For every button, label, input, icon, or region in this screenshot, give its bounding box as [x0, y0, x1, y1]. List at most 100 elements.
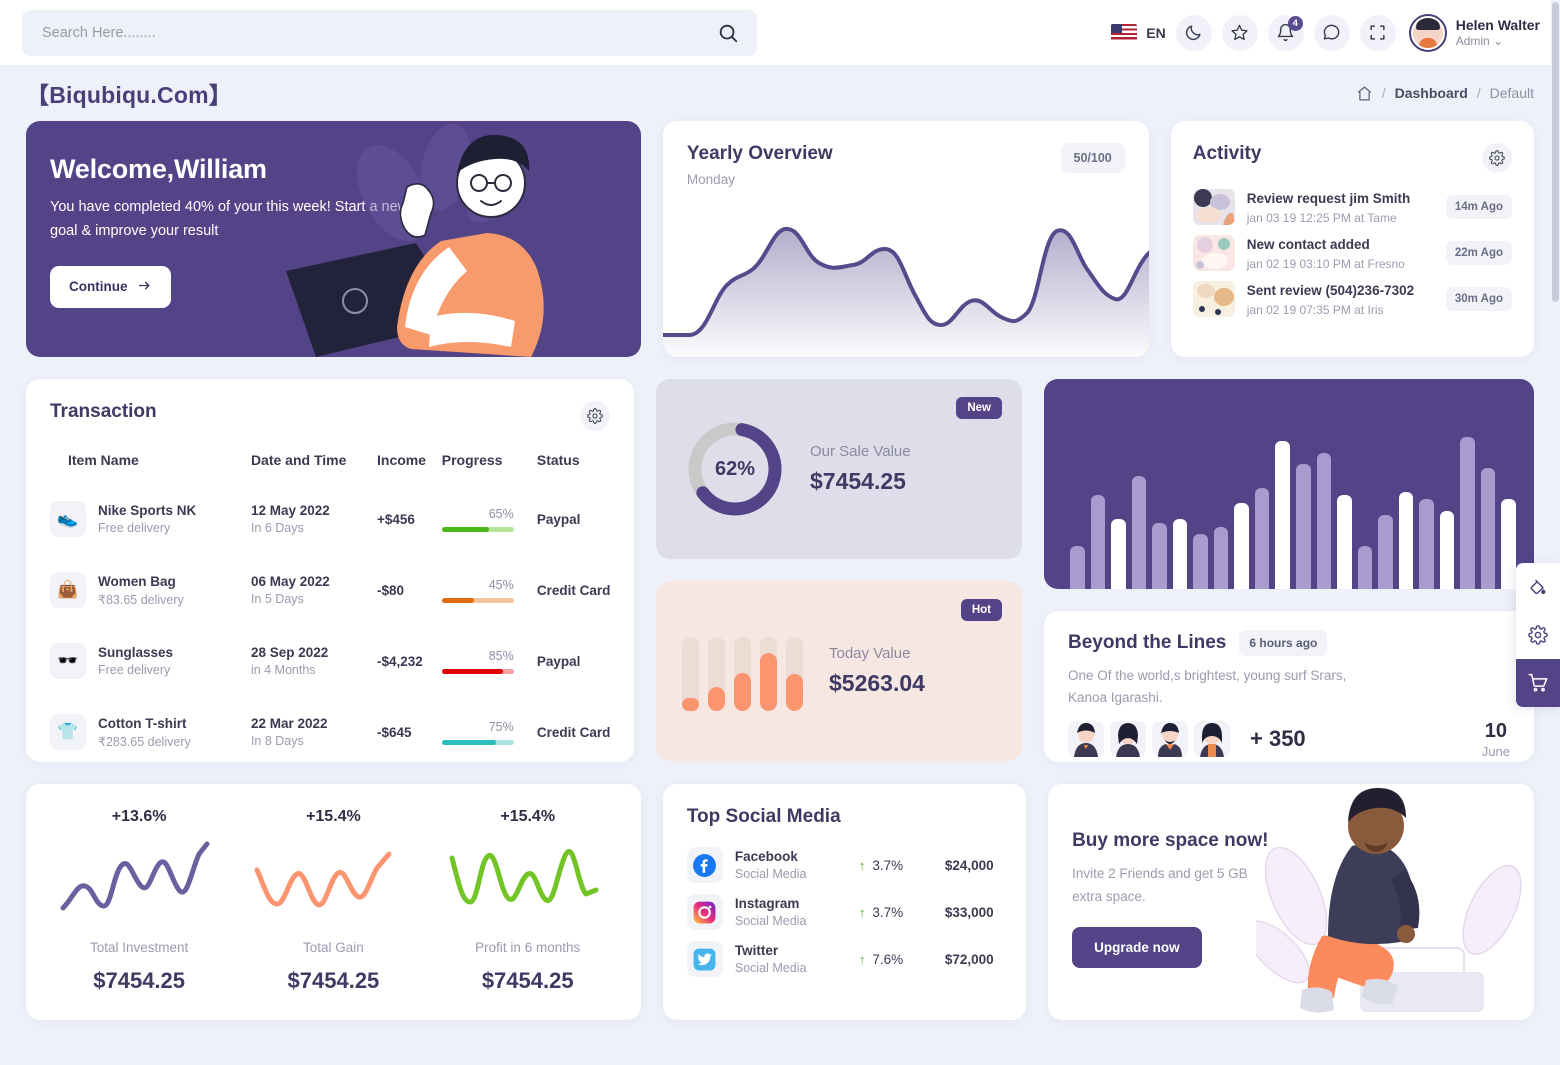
top-header: EN 4	[0, 0, 1560, 65]
dark-mode-toggle[interactable]	[1175, 14, 1212, 51]
sparkline-chart	[254, 851, 392, 908]
list-item[interactable]: Facebook Social Media ↑ 3.7% $24,000	[686, 847, 1002, 883]
breadcrumb-bar: 【Biqubiqu.Com】 / Dashboard / Default	[0, 65, 1560, 121]
item-date-sub: in 4 Months	[250, 663, 316, 677]
activity-item-time: 14m Ago	[1445, 195, 1512, 219]
breadcrumb-item-dashboard[interactable]: Dashboard	[1395, 85, 1468, 101]
language-selector[interactable]: EN	[1111, 24, 1166, 41]
buy-space-card: Buy more space now! Invite 2 Friends and…	[1048, 784, 1534, 1020]
paint-bucket-icon[interactable]	[1516, 563, 1560, 611]
notifications-button[interactable]: 4	[1267, 14, 1304, 51]
profile-name: Helen Walter	[1455, 16, 1540, 33]
item-status: Paypal	[536, 653, 581, 669]
breadcrumb-separator-1: /	[1381, 85, 1386, 101]
table-row[interactable]: 👜 Women Bag ₹83.65 delivery 06 May 2022 …	[26, 559, 634, 621]
social-media-list: Facebook Social Media ↑ 3.7% $24,000 Ins…	[686, 847, 1002, 977]
table-row[interactable]: 👟 Nike Sports NK Free delivery 12 May 20…	[26, 488, 634, 550]
home-icon[interactable]	[1356, 85, 1373, 102]
column-date-time: Date and Time	[250, 452, 347, 468]
activity-card: Activity Review request jim Smith jan 03…	[1170, 121, 1534, 357]
list-item[interactable]: Instagram Social Media ↑ 3.7% $33,000	[686, 894, 1002, 930]
beyond-date: 10 June	[1482, 720, 1510, 759]
beyond-the-lines-card: Beyond the Lines 6 hours ago One Of the …	[1044, 611, 1534, 762]
transaction-title: Transaction	[50, 401, 157, 422]
avatar	[1068, 721, 1104, 758]
beyond-month: June	[1481, 743, 1510, 759]
stat-profit-6-months: +15.4% Profit in 6 months $7454.25	[431, 808, 625, 996]
activity-item-time: 22m Ago	[1445, 241, 1512, 265]
activity-thumbnail	[1192, 281, 1235, 317]
item-status: Credit Card	[536, 724, 611, 740]
continue-button[interactable]: Continue	[50, 265, 171, 308]
profile-menu[interactable]: Helen Walter Admin ⌄	[1408, 13, 1540, 52]
activity-thumbnail	[1192, 235, 1235, 271]
item-status: Paypal	[536, 511, 581, 527]
welcome-card: Welcome,William You have completed 40% o…	[26, 121, 641, 357]
gear-icon[interactable]	[1482, 143, 1512, 173]
item-name: Sunglasses	[98, 645, 174, 660]
fullscreen-button[interactable]	[1359, 14, 1396, 51]
facebook-icon	[686, 847, 723, 883]
upgrade-button[interactable]: Upgrade now	[1072, 926, 1202, 968]
yearly-overview-title: Yearly Overview	[686, 143, 833, 164]
list-item[interactable]: New contact added jan 02 19 03:10 PM at …	[1192, 235, 1512, 271]
item-income: +$456	[377, 511, 415, 527]
language-label: EN	[1146, 24, 1166, 41]
list-item[interactable]: Sent review (504)236-7302 jan 02 19 07:3…	[1192, 281, 1512, 317]
beyond-bar-chart-card	[1044, 379, 1534, 589]
list-item[interactable]: Review request jim Smith jan 03 19 12:25…	[1192, 189, 1512, 225]
row-middle: Transaction Item Name Date and Time Inco…	[26, 379, 1534, 762]
social-media-card: Top Social Media Facebook Social Media ↑…	[662, 784, 1027, 1020]
messages-button[interactable]	[1313, 14, 1350, 51]
transaction-card: Transaction Item Name Date and Time Inco…	[26, 379, 634, 762]
twitter-icon	[686, 941, 723, 977]
yearly-overview-subtitle: Monday	[686, 172, 735, 187]
social-pct-value: 3.7%	[872, 857, 904, 873]
search-input[interactable]	[42, 24, 717, 41]
stat-value: $7454.25	[481, 968, 574, 993]
arrow-up-icon: ↑	[858, 857, 866, 873]
avatar	[1408, 13, 1447, 52]
item-date-sub: In 6 Days	[250, 521, 304, 535]
cart-icon[interactable]	[1516, 659, 1560, 707]
item-name: Women Bag	[98, 573, 176, 589]
social-sub: Social Media	[734, 961, 807, 975]
activity-item-title: New contact added	[1246, 236, 1370, 252]
stat-label: Total Investment	[89, 940, 189, 955]
arrow-up-icon: ↑	[858, 904, 866, 920]
avatar	[1152, 721, 1188, 758]
beyond-extra-members: + 350	[1250, 726, 1306, 752]
us-flag-icon	[1111, 24, 1138, 41]
table-row[interactable]: 👕 Cotton T-shirt ₹283.65 delivery 22 Mar…	[26, 701, 634, 762]
social-name: Facebook	[734, 849, 798, 864]
search-box[interactable]	[22, 9, 757, 56]
avatar	[1110, 721, 1146, 758]
item-income: -$645	[377, 724, 412, 740]
search-icon[interactable]	[717, 22, 739, 44]
header-actions: EN 4 Helen Walter Admin ⌄	[1111, 13, 1544, 52]
row-bottom: +13.6% Total Investment $7454.25 +15.4% …	[26, 784, 1534, 1020]
bookmark-star-button[interactable]	[1221, 14, 1258, 51]
page-scrollbar[interactable]	[1551, 0, 1560, 1065]
list-item[interactable]: Twitter Social Media ↑ 7.6% $72,000	[686, 941, 1002, 977]
chevron-down-icon: ⌄	[1493, 34, 1504, 49]
column-item-name: Item Name	[68, 452, 139, 468]
table-row[interactable]: 🕶️ Sunglasses Free delivery 28 Sep 2022 …	[26, 630, 634, 692]
today-value-label: Today Value	[829, 645, 911, 662]
beyond-avatars	[1068, 721, 1230, 758]
item-status: Credit Card	[536, 582, 611, 598]
stat-label: Total Gain	[303, 940, 364, 955]
stats-card: +13.6% Total Investment $7454.25 +15.4% …	[26, 784, 641, 1020]
today-value-chart	[682, 631, 803, 711]
stat-percent: +13.6%	[111, 808, 167, 825]
beyond-description: One Of the world,s brightest, young surf…	[1068, 668, 1347, 706]
scrollbar-thumb[interactable]	[1552, 2, 1559, 302]
today-value-amount: $5263.04	[829, 670, 925, 696]
stat-total-gain: +15.4% Total Gain $7454.25	[236, 808, 430, 996]
gear-icon[interactable]	[1516, 611, 1560, 659]
gear-icon[interactable]	[580, 401, 610, 431]
sale-value-amount: $7454.25	[810, 468, 906, 494]
sale-value-label: Our Sale Value	[810, 443, 911, 460]
page-title: 【Biqubiqu.Com】	[26, 82, 232, 108]
yearly-overview-card: Yearly Overview Monday 50/100	[662, 121, 1149, 357]
